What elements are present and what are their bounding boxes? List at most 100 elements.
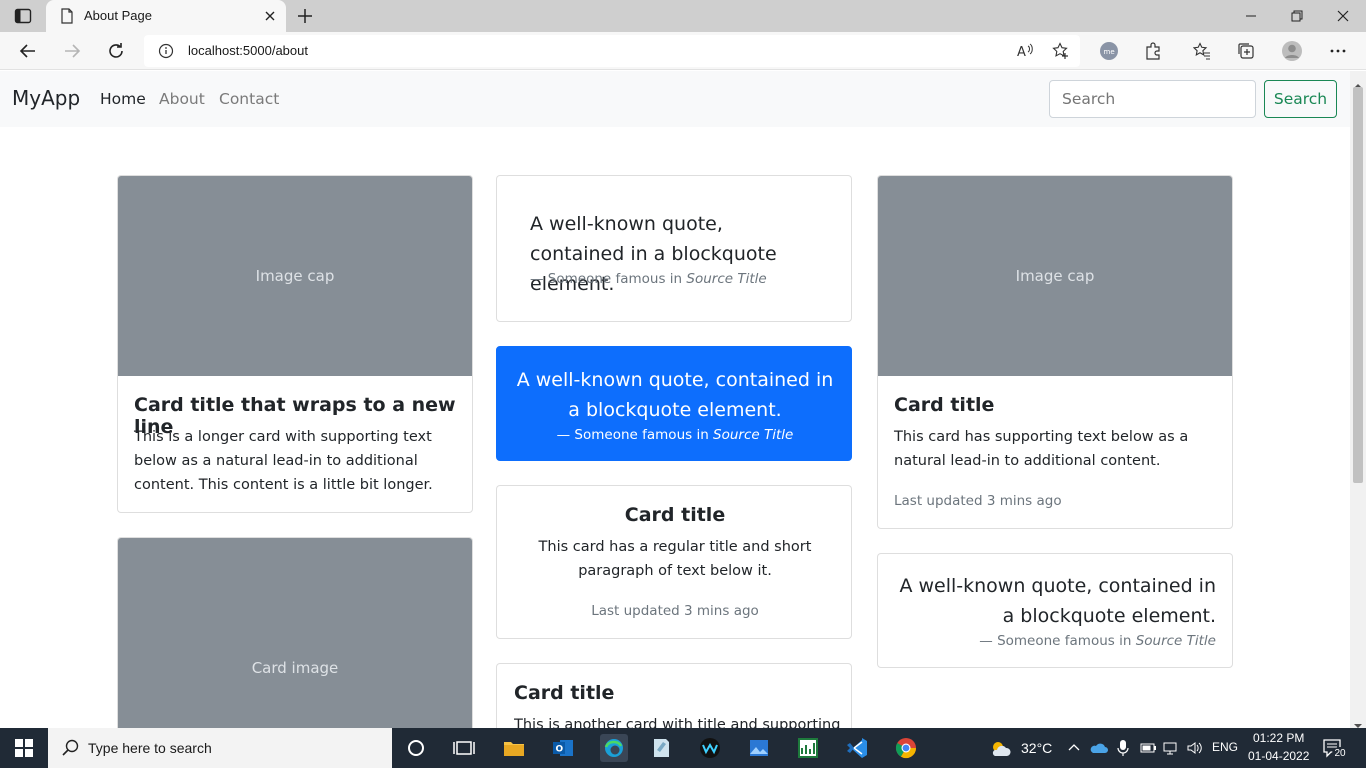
navbar: MyApp Home About Contact Search [0, 71, 1350, 127]
nav-link-contact[interactable]: Contact [219, 90, 279, 108]
outlook-icon[interactable]: O [551, 736, 575, 760]
browser-toolbar: localhost:5000/about A me [0, 32, 1366, 70]
clock-time[interactable]: 01:22 PM [1253, 731, 1304, 745]
footer-prefix: — Someone famous in [530, 271, 687, 287]
microphone-icon[interactable] [1115, 739, 1131, 757]
footer-prefix: — Someone famous in [556, 427, 714, 443]
temperature-text: 32°C [1021, 740, 1053, 756]
new-tab-icon[interactable] [296, 7, 314, 25]
favorites-icon[interactable] [1190, 39, 1214, 63]
tab-actions-icon[interactable] [14, 8, 32, 24]
restore-icon[interactable] [1274, 0, 1320, 32]
more-menu-icon[interactable] [1326, 39, 1350, 63]
card-text: This card has supporting text below as a… [894, 429, 1189, 469]
file-explorer-icon[interactable] [502, 736, 526, 760]
language-indicator[interactable]: ENG [1212, 740, 1238, 754]
card-title: Card title [624, 504, 726, 526]
chart-app-icon[interactable] [796, 736, 820, 760]
page-scrollbar[interactable] [1350, 71, 1366, 728]
svg-text:me: me [1104, 48, 1115, 56]
scrollbar-thumb[interactable] [1353, 87, 1363, 483]
card-quote: A well-known quote, contained in a block… [496, 175, 852, 322]
taskbar-search-box[interactable]: Type here to search [48, 728, 392, 768]
windows-start-icon[interactable] [0, 728, 48, 768]
blockquote-footer: — Someone famous in Source Title [894, 633, 1216, 649]
blockquote-footer: — Someone famous in Source Title [530, 271, 767, 287]
navbar-brand[interactable]: MyApp [12, 86, 80, 110]
card-with-image: Image cap Card title This card has suppo… [877, 175, 1233, 529]
card-title: Card title [514, 682, 615, 704]
card-image-label: Card image [251, 659, 339, 677]
address-bar[interactable]: localhost:5000/about A [144, 35, 1080, 67]
notes-app-icon[interactable] [649, 736, 673, 760]
back-icon[interactable] [16, 39, 40, 63]
image-cap-label: Image cap [1015, 267, 1095, 285]
scroll-up-icon[interactable] [1354, 75, 1362, 88]
blockquote-text: A well-known quote, contained in a block… [899, 575, 1216, 627]
chrome-icon[interactable] [894, 736, 918, 760]
onedrive-icon[interactable] [1090, 740, 1108, 756]
card-text: This card has a regular title and short … [538, 539, 812, 579]
nav-link-home[interactable]: Home [100, 90, 146, 108]
card-quote-primary: A well-known quote, contained in a block… [496, 346, 852, 461]
image-cap-label: Image cap [255, 267, 335, 285]
task-view-icon[interactable] [452, 736, 476, 760]
blockquote-footer: — Someone famous in Source Title [497, 427, 851, 443]
vscode-icon[interactable] [845, 736, 869, 760]
extensions-icon[interactable] [1141, 39, 1165, 63]
add-favorite-icon[interactable] [1052, 42, 1070, 60]
cortana-icon[interactable] [404, 736, 428, 760]
url-text: localhost:5000/about [188, 43, 308, 58]
forward-icon[interactable] [60, 39, 84, 63]
browser-tab-active[interactable]: About Page [46, 0, 286, 32]
close-window-icon[interactable] [1320, 0, 1366, 32]
taskbar-search-placeholder: Type here to search [88, 740, 212, 756]
clock-date[interactable]: 01-04-2022 [1248, 749, 1309, 763]
image-cap-placeholder: Image cap [878, 176, 1232, 376]
scroll-down-icon[interactable] [1354, 715, 1362, 728]
svg-text:A: A [1017, 45, 1026, 60]
profile-badge-icon[interactable]: me [1097, 39, 1121, 63]
notification-count-badge: 20 [1332, 747, 1348, 761]
battery-icon[interactable] [1139, 740, 1157, 756]
chevron-up-icon[interactable] [1066, 740, 1082, 756]
card-title: Card title [894, 394, 995, 416]
blockquote-text: A well-known quote, contained in a block… [516, 369, 834, 421]
last-updated-text: Last updated 3 mins ago [894, 493, 1062, 509]
network-icon[interactable] [1162, 740, 1180, 756]
card-another: Card title This is another card with tit… [496, 663, 852, 728]
photos-icon[interactable] [747, 736, 771, 760]
page-icon [60, 8, 74, 24]
collections-icon[interactable] [1234, 39, 1258, 63]
image-cap-placeholder: Image cap [118, 176, 472, 376]
card-image: Card image [117, 537, 473, 728]
webex-icon[interactable] [698, 736, 722, 760]
footer-source: Source Title [1135, 633, 1216, 649]
page-viewport: MyApp Home About Contact Search Image ca… [0, 71, 1350, 728]
footer-prefix: — Someone famous in [979, 633, 1136, 649]
avatar-icon[interactable] [1280, 39, 1304, 63]
svg-text:O: O [556, 745, 564, 755]
site-info-icon[interactable] [158, 43, 174, 59]
edge-icon[interactable] [600, 734, 628, 762]
refresh-icon[interactable] [104, 39, 128, 63]
read-aloud-icon[interactable]: A [1016, 42, 1034, 60]
weather-icon[interactable] [989, 737, 1013, 761]
card-centered: Card title This card has a regular title… [496, 485, 852, 639]
browser-tab-strip: About Page [0, 0, 1366, 32]
card-image-placeholder: Card image [118, 538, 472, 728]
minimize-icon[interactable] [1228, 0, 1274, 32]
search-input[interactable] [1049, 80, 1256, 118]
tab-title: About Page [84, 8, 152, 23]
windows-taskbar: Type here to search O 32°C ENG 01:22 PM … [0, 728, 1366, 768]
search-button[interactable]: Search [1264, 80, 1337, 118]
card-text: This is another card with title and supp… [514, 717, 841, 728]
close-tab-icon[interactable] [262, 8, 278, 24]
volume-icon[interactable] [1186, 740, 1204, 756]
card-text: This is a longer card with supporting te… [134, 429, 433, 493]
search-icon [62, 739, 80, 761]
nav-link-about[interactable]: About [159, 90, 205, 108]
notification-center-icon[interactable]: 20 [1322, 737, 1350, 761]
footer-source: Source Title [686, 271, 767, 287]
footer-source: Source Title [713, 427, 794, 443]
